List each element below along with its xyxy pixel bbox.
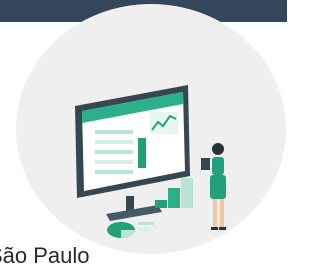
chart-icon xyxy=(150,112,178,134)
bar-blocks-icon xyxy=(155,178,193,208)
pie-chart-icon xyxy=(107,222,154,238)
city-name: São Paulo xyxy=(0,243,90,268)
analytics-illustration xyxy=(75,85,226,238)
person-icon xyxy=(201,143,226,230)
